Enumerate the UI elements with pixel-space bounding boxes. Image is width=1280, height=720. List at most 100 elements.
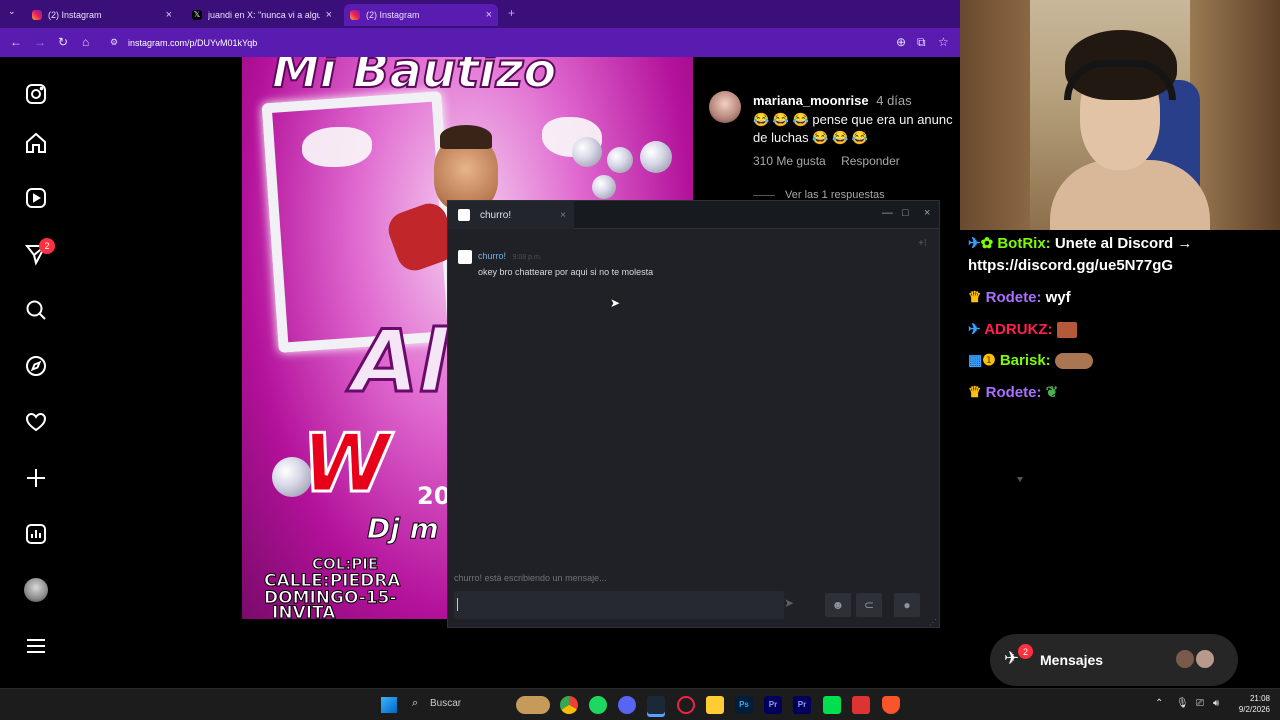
moderator-badge-icon: ✈︎ [968, 321, 981, 338]
chat-tab[interactable]: churro! × [448, 201, 574, 229]
tab-instagram-active[interactable]: (2) Instagram × [344, 4, 498, 26]
decor-bubble [640, 141, 672, 173]
brave-icon[interactable] [882, 696, 900, 714]
send-icon[interactable]: ➤ [784, 596, 794, 610]
tab-x-post[interactable]: 𝕏 juandi en X: "nunca vi a alguien × [186, 4, 338, 26]
clock[interactable]: 21:08 9/2/2026 [1232, 693, 1270, 715]
microphone-icon: ● [903, 598, 911, 612]
close-chat-tab-icon[interactable]: × [560, 210, 566, 221]
discord-icon[interactable] [618, 696, 636, 714]
chat-username: Barisk: [999, 352, 1051, 369]
decor-bubble [572, 137, 602, 167]
create-icon[interactable] [22, 464, 50, 492]
dove-left [302, 127, 372, 167]
message-text: okey bro chatteare por aqui si no te mol… [478, 267, 654, 277]
chat-avatar-icon [458, 209, 470, 221]
chat-line: ♛ Rodete: ❦ [968, 383, 1058, 401]
moderator-badge-icon: ✈︎ [968, 235, 981, 252]
close-tab-icon[interactable]: × [166, 9, 172, 21]
back-icon[interactable]: ← [10, 35, 22, 49]
premiere-icon[interactable]: Pr [764, 696, 782, 714]
obs-icon[interactable] [677, 696, 695, 714]
maximize-icon[interactable]: □ [902, 207, 909, 219]
chat-title-bar: churro! × — □ × [448, 201, 939, 229]
emote-image [1056, 322, 1077, 339]
emoji-button[interactable]: ☻ [825, 593, 851, 617]
new-tab-button[interactable]: + [508, 6, 515, 20]
close-tab-icon[interactable]: × [486, 9, 492, 21]
chat-line: https://discord.gg/ue5N77gG [968, 257, 1173, 274]
reply-button[interactable]: Responder [841, 154, 900, 168]
voice-button[interactable]: ● [894, 593, 920, 617]
chrome-icon[interactable] [560, 696, 578, 714]
reels-icon[interactable] [22, 184, 50, 212]
message-area[interactable]: +⁝ churro! 9:08 p.m. okey bro chatteare … [448, 230, 939, 570]
messages-label: Mensajes [1040, 652, 1104, 668]
message-input[interactable]: ➤ [454, 591, 794, 619]
messages-pill[interactable]: ✈ 2 Mensajes [990, 634, 1238, 686]
crown-badge-icon: ♛ [968, 384, 982, 401]
file-explorer-icon[interactable] [706, 696, 724, 714]
tray-overflow-icon[interactable]: ⌃ [1155, 698, 1163, 709]
home-button-icon[interactable]: ⌂ [82, 35, 89, 49]
url-field[interactable]: ⚙ instagram.com/p/DUYvM01kYqb [110, 33, 950, 52]
premiere-icon-2[interactable]: Pr [793, 696, 811, 714]
explore-icon[interactable] [22, 352, 50, 380]
add-friend-icon[interactable]: +⁝ [918, 238, 927, 249]
flyer-number: 20 [417, 482, 451, 510]
spotify-icon[interactable] [589, 696, 607, 714]
kick-icon[interactable] [823, 696, 841, 714]
network-icon[interactable]: ⎚ [1196, 698, 1204, 709]
url-text: instagram.com/p/DUYvM01kYqb [128, 37, 258, 48]
search-icon[interactable] [22, 296, 50, 324]
volume-icon[interactable]: 🔊︎ [1213, 698, 1219, 709]
bookmark-star-icon[interactable]: ☆ [938, 35, 949, 49]
open-in-app-icon[interactable]: ⧉ [917, 35, 926, 50]
taskbar-search-label[interactable]: Buscar [430, 698, 461, 709]
tab-instagram-1[interactable]: (2) Instagram × [26, 4, 178, 26]
minimize-icon[interactable]: — [882, 207, 893, 219]
close-tab-icon[interactable]: × [326, 9, 332, 21]
attach-button[interactable]: ⊂ [856, 593, 882, 617]
windows-start-icon[interactable] [381, 697, 397, 713]
message-author[interactable]: churro! [478, 251, 506, 261]
webcam-feed [960, 0, 1280, 230]
close-window-icon[interactable]: × [924, 207, 930, 219]
scroll-down-icon[interactable] [1017, 477, 1023, 483]
search-taskbar-icon[interactable]: ⌕ [412, 697, 418, 710]
home-icon[interactable] [22, 129, 50, 157]
chat-message: wyf [1041, 289, 1071, 306]
instagram-favicon-icon [32, 10, 42, 20]
chat-username: ADRUKZ: [984, 321, 1053, 338]
heart-icon[interactable] [22, 408, 50, 436]
comment-likes[interactable]: 310 Me gusta [753, 154, 826, 168]
profile-avatar[interactable] [22, 576, 50, 604]
microphone-tray-icon[interactable]: 🎙︎ [1176, 698, 1189, 709]
message-avatar[interactable] [458, 250, 472, 264]
instagram-logo-icon[interactable] [22, 80, 50, 108]
dashboard-icon[interactable] [22, 520, 50, 548]
comment-header: mariana_moonrise 4 días [753, 93, 912, 108]
message-time: 9:08 p.m. [512, 254, 542, 261]
tab-list-icon[interactable]: ⌄ [8, 6, 16, 17]
app-icon[interactable] [852, 696, 870, 714]
reload-icon[interactable]: ↻ [58, 35, 68, 49]
tab-label: juandi en X: "nunca vi a alguien [208, 10, 320, 20]
tab-label: (2) Instagram [366, 10, 420, 20]
tier-badge-icon: ❶ [982, 352, 996, 369]
forward-icon[interactable]: → [34, 35, 46, 49]
photoshop-icon[interactable]: Ps [735, 696, 753, 714]
search-highlight-icon[interactable] [516, 696, 550, 714]
menu-icon[interactable] [22, 632, 50, 660]
comment-username[interactable]: mariana_moonrise [753, 93, 869, 108]
flyer-invita: INVITA [271, 603, 336, 620]
zoom-icon[interactable]: ⊕ [896, 35, 906, 49]
subscriber-badge-icon: ▦ [968, 352, 983, 369]
chat-username: Rodete: [985, 289, 1042, 306]
plant-emote-icon: ❦ [1045, 384, 1059, 401]
steam-icon[interactable] [647, 696, 665, 714]
resize-grip-icon[interactable]: ⋰ [929, 618, 937, 627]
commenter-avatar[interactable] [709, 91, 741, 123]
site-info-icon[interactable]: ⚙ [110, 37, 118, 48]
flyer-dj: Dj m [367, 512, 440, 546]
